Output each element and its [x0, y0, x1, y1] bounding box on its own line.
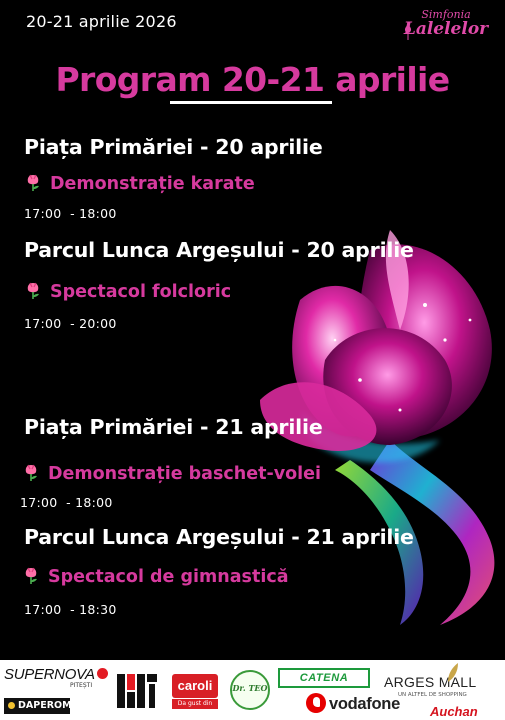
- logo-text-lalelelor: Lalelelor: [403, 19, 489, 39]
- venue-heading: Parcul Lunca Argeșului - 20 aprilie: [24, 238, 414, 262]
- tulip-logo-icon: [404, 25, 412, 40]
- date-range: 20-21 aprilie 2026: [26, 12, 177, 31]
- vodafone-speechmark-icon: [306, 693, 326, 713]
- event-label: Demonstrație baschet-volei: [48, 464, 322, 484]
- page-title: Program 20-21 aprilie: [55, 60, 450, 99]
- tulip-icon: [27, 282, 39, 299]
- event-title: Spectacol folcloric: [24, 280, 231, 302]
- title-underline: [170, 101, 332, 104]
- sponsor-vodafone: vodafone: [306, 692, 400, 716]
- event-time: 17:00 - 20:00: [24, 316, 117, 331]
- sponsor-catena: CATENA: [278, 668, 370, 688]
- tulip-icon: [27, 174, 39, 191]
- arges-mall-tagline: UN ALTFEL DE SHOPPING: [398, 692, 467, 698]
- event-label: Spectacol de gimnastică: [48, 567, 289, 587]
- vodafone-text: vodafone: [329, 695, 400, 713]
- arges-mall-leaf-icon: [448, 663, 458, 682]
- event-title: Demonstrație karate: [24, 172, 255, 194]
- sponsor-arges-mall: ARGES MALL: [384, 674, 477, 690]
- event-title: Spectacol de gimnastică: [22, 565, 289, 587]
- sponsor-drteo: Dr. TEO: [226, 668, 274, 716]
- venue-heading: Parcul Lunca Argeșului - 21 aprilie: [24, 525, 414, 549]
- caroli-text: caroli: [172, 674, 218, 698]
- sponsor-auchan: Auchan: [430, 704, 478, 719]
- tulip-icon: [25, 464, 37, 481]
- sponsor-caroli: caroli Da gust din 1994.: [172, 674, 218, 717]
- sponsors-bar: SUPERNOVA PITEȘTI DAPEROM caroli Da gust…: [0, 660, 505, 720]
- venue-heading: Piața Primăriei - 21 aprilie: [24, 415, 323, 439]
- event-time: 17:00 - 18:00: [20, 495, 113, 510]
- event-time: 17:00 - 18:30: [24, 602, 117, 617]
- sponsor-supernova: SUPERNOVA: [4, 666, 108, 683]
- sponsor-supernova-city: PITEȘTI: [70, 682, 93, 689]
- venue-heading: Piața Primăriei - 20 aprilie: [24, 135, 323, 159]
- sponsor-daperom: DAPEROM: [4, 698, 72, 714]
- sponsor-baumit-logo: [114, 670, 160, 712]
- drteo-text: Dr. TEO: [232, 683, 268, 693]
- supernova-dot-icon: [96, 668, 108, 679]
- event-title: Demonstrație baschet-volei: [22, 462, 321, 484]
- event-poster: 20-21 aprilie 2026 Simfonia Lalelelor Pr…: [0, 0, 505, 660]
- event-label: Demonstrație karate: [50, 174, 255, 194]
- event-time: 17:00 - 18:00: [24, 206, 117, 221]
- caroli-tagline: Da gust din 1994.: [172, 699, 218, 717]
- tulip-icon: [25, 567, 37, 584]
- festival-logo: Simfonia Lalelelor: [401, 8, 491, 50]
- event-label: Spectacol folcloric: [50, 282, 232, 302]
- sponsor-supernova-text: SUPERNOVA: [4, 666, 95, 683]
